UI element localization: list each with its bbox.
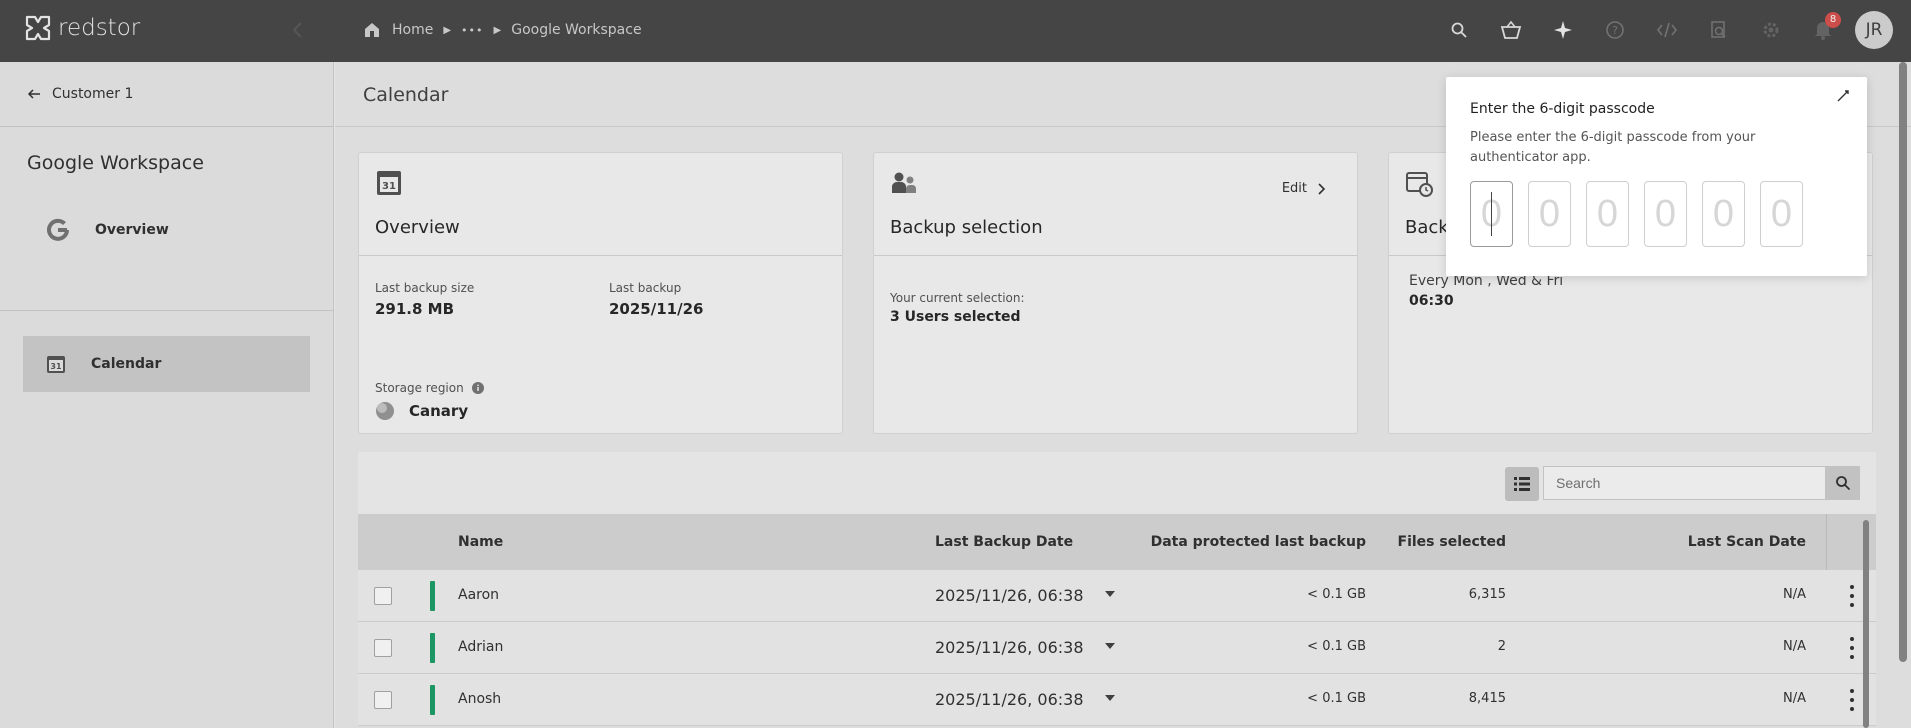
- digit-placeholder: 0: [1654, 193, 1677, 235]
- passcode-dialog: Enter the 6-digit passcode Please enter …: [1446, 77, 1867, 276]
- digit-placeholder: 0: [1596, 193, 1619, 235]
- dialog-description: Please enter the 6-digit passcode from y…: [1470, 130, 1756, 165]
- text-cursor: [1491, 192, 1492, 236]
- passcode-digit-5-input[interactable]: 0: [1702, 181, 1745, 247]
- digit-placeholder: 0: [1770, 193, 1793, 235]
- digit-placeholder: 0: [1538, 193, 1561, 235]
- passcode-digit-4-input[interactable]: 0: [1644, 181, 1687, 247]
- app-root: redstor Home ▶ ••• ▶ Google Workspace ?: [0, 0, 1911, 728]
- close-dialog-button[interactable]: [1833, 87, 1853, 107]
- digit-placeholder: 0: [1712, 193, 1735, 235]
- passcode-digit-1-input[interactable]: 0: [1470, 181, 1513, 247]
- passcode-digit-2-input[interactable]: 0: [1528, 181, 1571, 247]
- passcode-digit-3-input[interactable]: 0: [1586, 181, 1629, 247]
- passcode-digit-6-input[interactable]: 0: [1760, 181, 1803, 247]
- dialog-title: Enter the 6-digit passcode: [1470, 101, 1655, 117]
- close-icon: [1837, 90, 1849, 102]
